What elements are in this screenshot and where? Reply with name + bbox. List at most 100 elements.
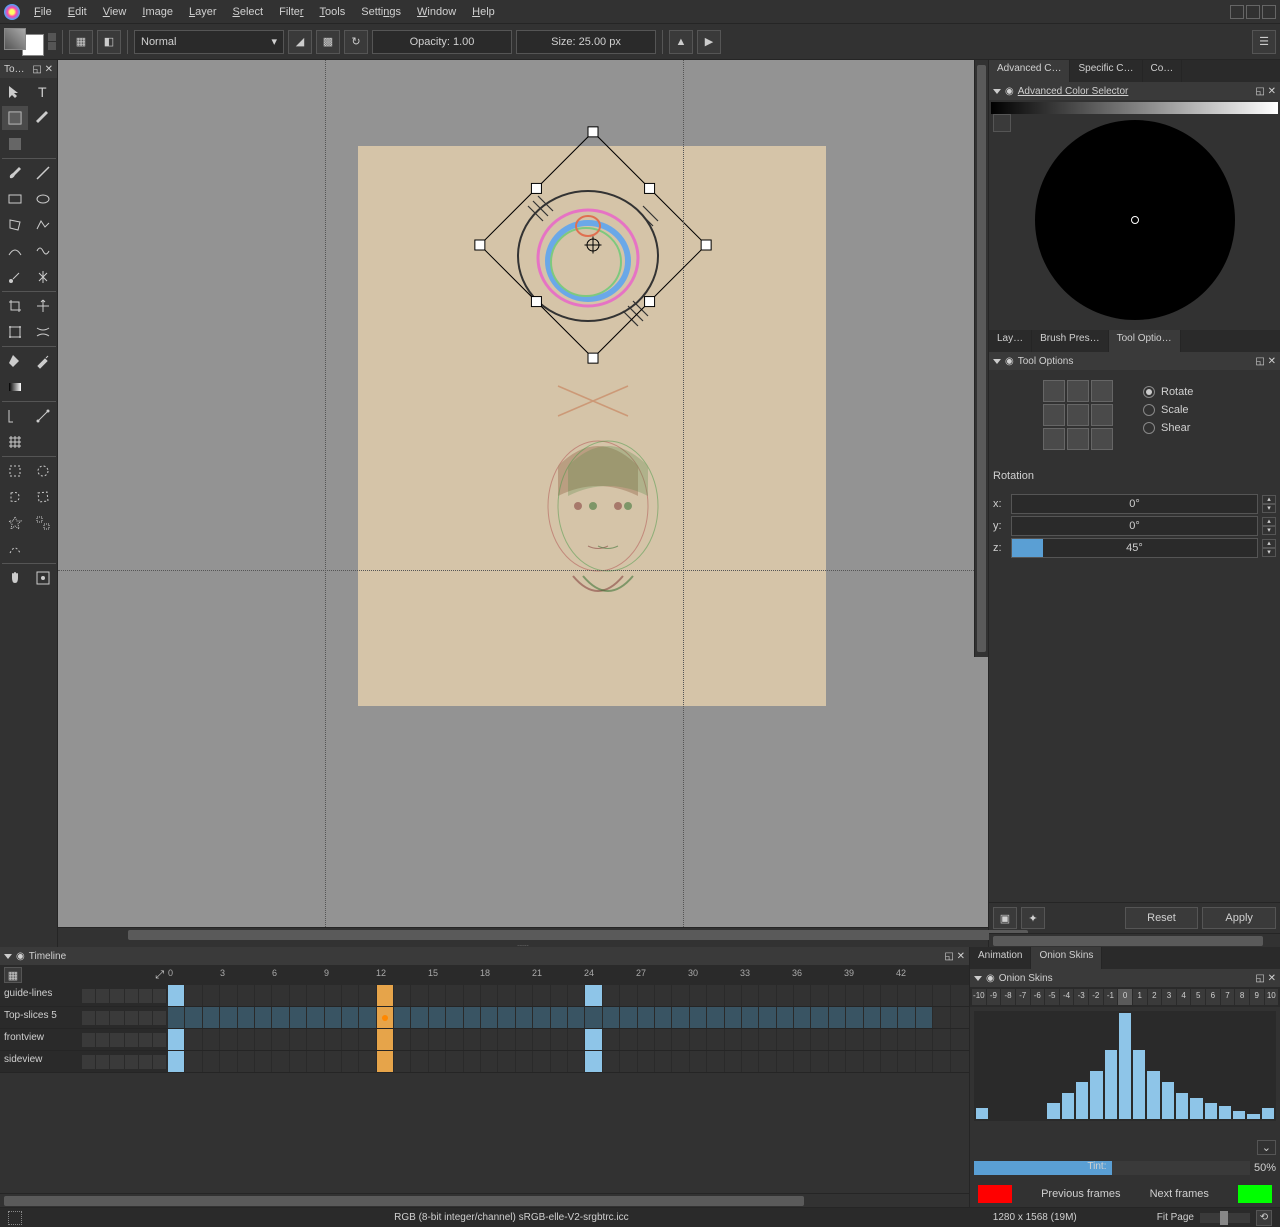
eraser-toggle-icon[interactable]: ◢ xyxy=(288,30,312,54)
tab-tool-options[interactable]: Tool Optio… xyxy=(1109,330,1181,352)
close-icon[interactable] xyxy=(1262,5,1276,19)
timeline-track[interactable]: guide-lines xyxy=(0,985,969,1007)
menu-filter[interactable]: Filter xyxy=(271,2,311,22)
zoom-fit-label[interactable]: Fit Page xyxy=(1157,1212,1194,1223)
rect-select-tool[interactable] xyxy=(2,459,28,483)
rect-tool[interactable] xyxy=(2,187,28,211)
tab-brush-presets[interactable]: Brush Pres… xyxy=(1032,330,1108,352)
menu-layer[interactable]: Layer xyxy=(181,2,225,22)
pattern-button[interactable]: ▦ xyxy=(69,30,93,54)
transform-work-recursive-icon[interactable]: ✦ xyxy=(1021,907,1045,929)
polyline-tool[interactable] xyxy=(30,213,56,237)
crop-tool[interactable] xyxy=(2,294,28,318)
menu-select[interactable]: Select xyxy=(225,2,272,22)
timeline-track[interactable]: frontview xyxy=(0,1029,969,1051)
value-slider[interactable] xyxy=(991,102,1278,114)
fg-color-swatch[interactable] xyxy=(4,28,26,50)
zoom-reset-icon[interactable]: ⟲ xyxy=(1256,1210,1272,1226)
reset-button[interactable]: Reset xyxy=(1125,907,1199,929)
deform-tool[interactable] xyxy=(30,320,56,344)
chevron-down-icon[interactable]: ⌄ xyxy=(1257,1140,1276,1155)
float-icon[interactable]: ◱ ✕ xyxy=(32,64,53,75)
timeline-track[interactable]: Top-slices 5 xyxy=(0,1007,969,1029)
tab-animation[interactable]: Animation xyxy=(970,947,1031,969)
canvas-viewport[interactable] xyxy=(58,60,988,927)
dynamic-brush-tool[interactable] xyxy=(2,265,28,289)
gradient-tool[interactable] xyxy=(2,375,28,399)
tab-color-other[interactable]: Co… xyxy=(1143,60,1183,82)
pan-tool[interactable] xyxy=(2,566,28,590)
tab-layers[interactable]: Lay… xyxy=(989,330,1032,352)
rotation-x-spinner[interactable]: 0° xyxy=(1011,494,1258,514)
zoom-tool[interactable] xyxy=(30,566,56,590)
timeline-track[interactable]: sideview xyxy=(0,1051,969,1073)
float-panel-icon[interactable]: ◱ ✕ xyxy=(1255,973,1276,984)
gradient-button[interactable]: ◧ xyxy=(97,30,121,54)
onion-frame-range[interactable]: -10-9-8-7-6-5-4-3-2-1012345678910 xyxy=(970,987,1280,1007)
canvas-scrollbar-h[interactable] xyxy=(58,927,988,941)
brush-tool[interactable] xyxy=(2,161,28,185)
next-frames-color[interactable] xyxy=(1238,1185,1272,1203)
rotation-z-spinner[interactable]: 45° xyxy=(1011,538,1258,558)
menu-tools[interactable]: Tools xyxy=(312,2,354,22)
workspace-chooser-icon[interactable]: ☰ xyxy=(1252,30,1276,54)
size-spinner[interactable]: Size: 25.00 px xyxy=(516,30,656,54)
onion-opacity-chart[interactable] xyxy=(974,1011,1276,1121)
ellipse-tool[interactable] xyxy=(30,187,56,211)
tint-slider[interactable]: Tint: 50% xyxy=(974,1159,1276,1177)
edit-shapes-tool[interactable] xyxy=(30,106,56,130)
timeline-scrollbar-h[interactable] xyxy=(0,1193,969,1207)
radio-scale[interactable]: Scale xyxy=(1143,404,1193,416)
transform-origin-grid[interactable] xyxy=(1043,380,1113,450)
ruler-tool[interactable] xyxy=(2,404,28,428)
timeline-ruler[interactable]: 03691215182124273033363942 xyxy=(168,965,969,985)
float-panel-icon[interactable]: ◱ ✕ xyxy=(1255,86,1276,97)
text-tool[interactable]: T xyxy=(30,80,56,104)
menu-settings[interactable]: Settings xyxy=(353,2,409,22)
color-swatches[interactable] xyxy=(4,28,44,56)
menu-edit[interactable]: Edit xyxy=(60,2,95,22)
multibrush-tool[interactable] xyxy=(30,265,56,289)
zoom-timeline-icon[interactable]: ⤢ xyxy=(155,969,164,982)
radio-rotate[interactable]: Rotate xyxy=(1143,386,1193,398)
swap-reset-colors[interactable] xyxy=(48,33,56,50)
bezier-tool[interactable] xyxy=(2,239,28,263)
reload-preset-icon[interactable]: ↻ xyxy=(344,30,368,54)
right-dock-scroll[interactable] xyxy=(989,933,1280,947)
calligraphy-tool[interactable] xyxy=(2,132,28,156)
tab-onion-skins[interactable]: Onion Skins xyxy=(1031,947,1102,969)
alpha-lock-icon[interactable]: ▩ xyxy=(316,30,340,54)
mirror-h-icon[interactable]: ▲ xyxy=(669,30,693,54)
canvas-scrollbar-v[interactable] xyxy=(974,60,988,657)
radio-shear[interactable]: Shear xyxy=(1143,422,1193,434)
line-tool[interactable] xyxy=(30,161,56,185)
float-panel-icon[interactable]: ◱ ✕ xyxy=(1255,356,1276,367)
bezier-select-tool[interactable] xyxy=(2,537,28,561)
poly-select-tool[interactable] xyxy=(30,485,56,509)
contiguous-select-tool[interactable] xyxy=(2,511,28,535)
opacity-spinner[interactable]: Opacity: 1.00 xyxy=(372,30,512,54)
free-transform-tool[interactable] xyxy=(2,320,28,344)
similar-select-tool[interactable] xyxy=(30,511,56,535)
rotation-y-spinner[interactable]: 0° xyxy=(1011,516,1258,536)
apply-button[interactable]: Apply xyxy=(1202,907,1276,929)
freehand-select-tool[interactable] xyxy=(2,485,28,509)
color-wheel[interactable] xyxy=(1035,120,1235,320)
zoom-slider[interactable] xyxy=(1200,1213,1250,1223)
color-picker-tool[interactable] xyxy=(30,349,56,373)
grid-tool[interactable] xyxy=(2,430,28,454)
fill-tool[interactable] xyxy=(2,349,28,373)
transform-bounding-box[interactable] xyxy=(478,130,708,360)
measure-tool[interactable] xyxy=(30,404,56,428)
move-tool[interactable] xyxy=(2,80,28,104)
transform-tool[interactable] xyxy=(2,106,28,130)
minimize-icon[interactable] xyxy=(1230,5,1244,19)
menu-window[interactable]: Window xyxy=(409,2,464,22)
polygon-tool[interactable] xyxy=(2,213,28,237)
menu-view[interactable]: View xyxy=(95,2,135,22)
add-layer-icon[interactable]: ▦ xyxy=(4,967,22,983)
prev-frames-color[interactable] xyxy=(978,1185,1012,1203)
move-layer-tool[interactable] xyxy=(30,294,56,318)
freehand-path-tool[interactable] xyxy=(30,239,56,263)
maximize-icon[interactable] xyxy=(1246,5,1260,19)
